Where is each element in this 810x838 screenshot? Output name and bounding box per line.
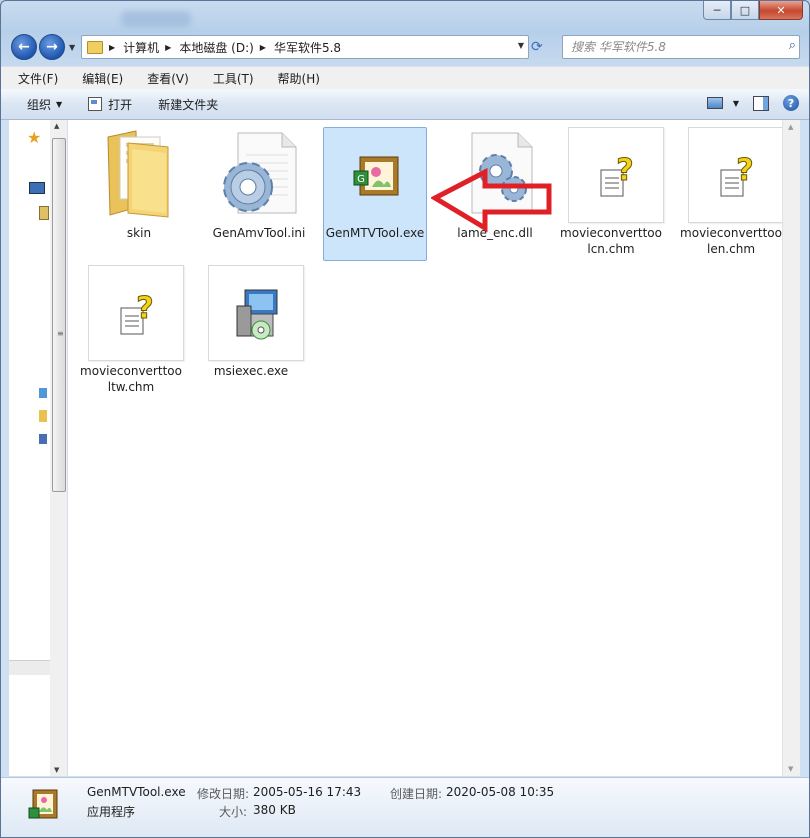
navigation-row: ← → ▼ ▶ 计算机 ▶ 本地磁盘 (D:) ▶ 华军软件5.8 ▼ ⟳ ⌕ bbox=[1, 31, 809, 63]
svg-text:?: ? bbox=[136, 291, 153, 326]
file-item-movieconverttooltw-chm[interactable]: ? movieconverttooltw.chm bbox=[79, 265, 184, 397]
scroll-up-icon[interactable]: ▲ bbox=[54, 122, 59, 130]
search-icon[interactable]: ⌕ bbox=[789, 38, 796, 53]
file-item-msiexec-exe[interactable]: msiexec.exe bbox=[199, 265, 304, 397]
breadcrumb-current-folder[interactable]: 华军软件5.8 bbox=[274, 39, 341, 56]
detail-file-type: 应用程序 bbox=[87, 805, 136, 819]
back-button[interactable]: ← bbox=[11, 34, 37, 60]
preview-pane-icon[interactable] bbox=[753, 95, 769, 111]
chevron-right-icon[interactable]: ▶ bbox=[165, 43, 171, 52]
menu-file[interactable]: 文件(F) bbox=[1, 70, 65, 87]
svg-text:?: ? bbox=[616, 153, 633, 188]
svg-text:G: G bbox=[357, 174, 365, 185]
file-name: GenAmvTool.ini bbox=[212, 226, 306, 240]
chm-help-icon: ? bbox=[688, 127, 784, 223]
detail-created-label: 创建日期: bbox=[390, 787, 443, 801]
change-view-button[interactable]: ▼ bbox=[706, 97, 739, 109]
homegroup-icon[interactable] bbox=[39, 388, 47, 398]
computer-icon[interactable] bbox=[39, 434, 47, 444]
app-icon: G bbox=[332, 127, 426, 221]
horizontal-scrollbar[interactable] bbox=[9, 660, 50, 675]
svg-text:?: ? bbox=[736, 153, 753, 188]
detail-size-label: 大小: bbox=[219, 805, 248, 819]
installer-icon bbox=[208, 265, 304, 361]
scrollbar-thumb[interactable]: ≡ bbox=[52, 138, 66, 492]
command-bar: 组织 ▼ 打开 新建文件夹 ▼ ? bbox=[1, 89, 809, 120]
file-name: msiexec.exe bbox=[213, 364, 289, 378]
view-icon bbox=[706, 97, 723, 109]
library-icon[interactable] bbox=[39, 206, 49, 220]
address-bar[interactable]: ▶ 计算机 ▶ 本地磁盘 (D:) ▶ 华军软件5.8 ▼ bbox=[81, 35, 529, 59]
menu-bar: 文件(F) 编辑(E) 查看(V) 工具(T) 帮助(H) bbox=[1, 66, 809, 89]
navigation-pane: ★ ▲ ≡ ▼ bbox=[9, 120, 68, 776]
scroll-up-icon[interactable]: ▲ bbox=[788, 123, 793, 131]
grip-icon: ≡ bbox=[57, 329, 64, 338]
new-folder-button[interactable]: 新建文件夹 bbox=[158, 96, 218, 113]
menu-edit[interactable]: 编辑(E) bbox=[65, 70, 130, 87]
help-icon[interactable]: ? bbox=[783, 95, 799, 111]
file-item-genmtvtool-exe[interactable]: G GenMTVTool.exe bbox=[323, 127, 427, 261]
breadcrumb-local-disk[interactable]: 本地磁盘 (D:) bbox=[179, 39, 253, 56]
chevron-down-icon: ▼ bbox=[56, 99, 63, 109]
refresh-icon[interactable]: ⟳ bbox=[531, 39, 543, 55]
folder-icon bbox=[96, 127, 190, 221]
desktop-icon[interactable] bbox=[29, 182, 45, 194]
search-input[interactable] bbox=[569, 38, 773, 56]
file-item-skin[interactable]: skin bbox=[87, 127, 191, 259]
menu-help[interactable]: 帮助(H) bbox=[261, 70, 327, 87]
chm-help-icon: ? bbox=[88, 265, 184, 361]
explorer-window: ─ □ ✕ ← → ▼ ▶ 计算机 ▶ 本地磁盘 (D:) ▶ 华军软件5.8 … bbox=[0, 0, 810, 838]
folder-icon[interactable] bbox=[39, 410, 47, 422]
folder-icon bbox=[87, 40, 103, 54]
detail-modified-label: 修改日期: bbox=[197, 787, 250, 801]
organize-label: 组织 bbox=[27, 97, 52, 112]
open-button[interactable]: 打开 bbox=[88, 96, 132, 113]
breadcrumb-computer[interactable]: 计算机 bbox=[123, 39, 159, 56]
favorites-star-icon[interactable]: ★ bbox=[27, 128, 41, 147]
forward-button[interactable]: → bbox=[39, 34, 65, 60]
detail-modified-value: 2005-05-16 17:43 bbox=[253, 785, 362, 799]
scroll-down-icon[interactable]: ▼ bbox=[788, 765, 793, 773]
details-pane: GenMTVTool.exe 应用程序 修改日期: 2005-05-16 17:… bbox=[1, 777, 809, 837]
window-title-blurred bbox=[121, 11, 191, 27]
file-name: GenMTVTool.exe bbox=[325, 226, 425, 240]
app-icon bbox=[23, 786, 63, 826]
open-label: 打开 bbox=[108, 97, 133, 112]
chevron-right-icon[interactable]: ▶ bbox=[260, 43, 266, 52]
recent-pages-dropdown-icon[interactable]: ▼ bbox=[69, 43, 75, 52]
red-arrow-annotation bbox=[431, 168, 552, 233]
search-box[interactable]: ⌕ bbox=[562, 35, 800, 59]
menu-view[interactable]: 查看(V) bbox=[130, 70, 196, 87]
new-folder-label: 新建文件夹 bbox=[158, 97, 219, 112]
chevron-right-icon[interactable]: ▶ bbox=[109, 43, 115, 52]
file-name: skin bbox=[126, 226, 152, 240]
organize-button[interactable]: 组织 ▼ bbox=[27, 96, 62, 113]
menu-tools[interactable]: 工具(T) bbox=[196, 70, 261, 87]
navigation-scrollbar[interactable]: ▲ ≡ ▼ bbox=[50, 120, 67, 776]
title-bar[interactable]: ─ □ ✕ bbox=[1, 1, 809, 31]
file-item-movieconverttoolcn-chm[interactable]: ? movieconverttoolcn.chm bbox=[559, 127, 664, 259]
file-name: movieconverttoolen.chm bbox=[680, 226, 782, 256]
minimize-button[interactable]: ─ bbox=[703, 1, 731, 20]
settings-file-icon bbox=[216, 127, 310, 221]
maximize-button[interactable]: □ bbox=[731, 1, 759, 20]
file-name: movieconverttoolcn.chm bbox=[560, 226, 662, 256]
content-scrollbar[interactable]: ▲ ▼ bbox=[782, 120, 800, 776]
detail-size-value: 380 KB bbox=[253, 803, 296, 817]
scroll-down-icon[interactable]: ▼ bbox=[54, 766, 59, 774]
file-item-genamvtool-ini[interactable]: GenAmvTool.ini bbox=[207, 127, 311, 259]
detail-created-value: 2020-05-08 10:35 bbox=[446, 785, 555, 799]
address-dropdown-icon[interactable]: ▼ bbox=[518, 41, 524, 50]
file-item-movieconverttoolen-chm[interactable]: ? movieconverttoolen.chm bbox=[679, 127, 784, 259]
detail-file-name: GenMTVTool.exe bbox=[87, 785, 186, 799]
file-name: movieconverttooltw.chm bbox=[80, 364, 182, 394]
chevron-down-icon: ▼ bbox=[732, 98, 739, 108]
close-button[interactable]: ✕ bbox=[759, 1, 803, 20]
chm-help-icon: ? bbox=[568, 127, 664, 223]
toolbar-right: ▼ ? bbox=[706, 95, 799, 111]
window-controls: ─ □ ✕ bbox=[703, 1, 803, 20]
open-icon bbox=[88, 97, 103, 111]
